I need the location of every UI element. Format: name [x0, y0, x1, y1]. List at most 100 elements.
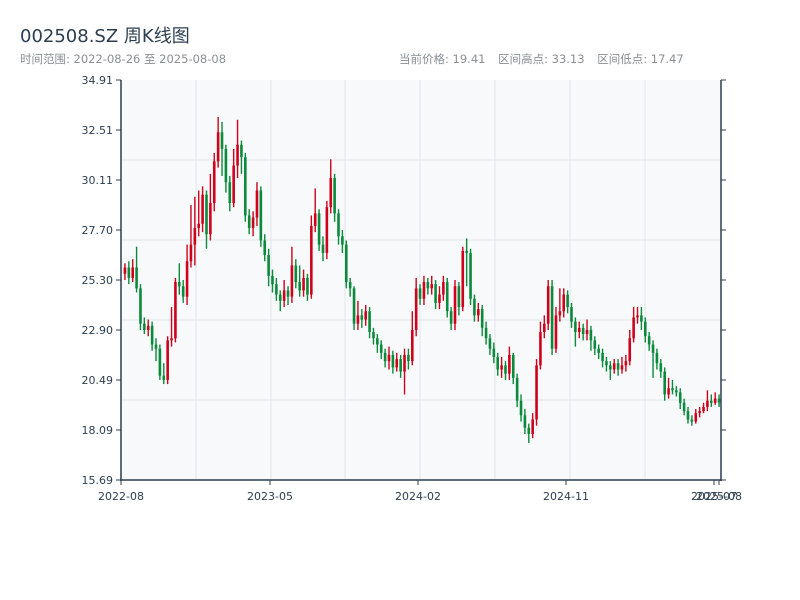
candle-body — [356, 315, 360, 324]
candle-body — [376, 338, 379, 345]
candle-body — [597, 348, 600, 353]
x-tick-label: 2024-11 — [543, 490, 589, 503]
candle-body — [341, 236, 344, 245]
y-tick-label: 34.91 — [82, 74, 114, 87]
candle-body — [426, 282, 430, 289]
candle-body — [554, 315, 558, 349]
candle — [174, 277, 177, 343]
candle-body — [178, 282, 181, 287]
candle-body — [185, 261, 189, 297]
candle-body — [531, 419, 534, 435]
candle-body — [267, 255, 270, 276]
candle — [325, 200, 329, 260]
candle-body — [694, 413, 698, 422]
candle-body — [500, 365, 503, 370]
candle-body — [453, 286, 457, 324]
candle-body — [154, 344, 158, 349]
candle-body — [321, 244, 325, 253]
candle-body — [442, 282, 445, 295]
x-tick-label: 2025-08 — [696, 490, 742, 503]
candle-body — [706, 400, 709, 407]
candle-body — [333, 178, 336, 214]
x-tick-label: 2023-05 — [247, 490, 293, 503]
candle-body — [620, 365, 624, 370]
candle-body — [410, 329, 414, 362]
candle-body — [302, 277, 305, 291]
candle-body — [643, 321, 647, 337]
candle-body — [205, 194, 208, 235]
candle-body — [717, 398, 721, 403]
candle-body — [686, 411, 690, 420]
candle-body — [209, 202, 212, 235]
candle-body — [158, 348, 162, 376]
candle-body — [387, 354, 391, 362]
candle-body — [348, 282, 352, 289]
y-tick-label: 20.49 — [82, 374, 114, 387]
candle-body — [282, 290, 286, 301]
candle — [546, 280, 550, 330]
candle-body — [271, 275, 274, 285]
candle-body — [143, 323, 146, 330]
candle-body — [236, 144, 239, 166]
candle-body — [232, 165, 235, 203]
candle-body — [562, 294, 566, 312]
candle-body — [166, 340, 169, 380]
candle-body — [181, 286, 185, 297]
candle-body — [220, 132, 224, 149]
candle-body — [294, 265, 298, 283]
candle — [259, 186, 263, 247]
candle-body — [212, 161, 216, 203]
candle-body — [543, 323, 546, 333]
candle-body — [313, 213, 317, 226]
candle-body — [228, 182, 232, 203]
candle-body — [663, 371, 666, 395]
candle-body — [317, 213, 321, 245]
candle — [461, 246, 465, 312]
candle — [469, 248, 472, 305]
candle-body — [461, 250, 465, 308]
candle — [212, 153, 216, 212]
candle-body — [337, 213, 340, 237]
candle — [166, 336, 169, 385]
candle-body — [511, 354, 515, 378]
candle-body — [162, 375, 166, 380]
x-tick-label: 2024-02 — [395, 490, 441, 503]
candle-body — [278, 294, 282, 301]
candle-body — [259, 190, 263, 241]
candle-body — [430, 284, 434, 289]
candle-body — [581, 327, 585, 335]
candle-body — [612, 363, 616, 370]
candle-body — [593, 340, 597, 349]
candle-body — [488, 338, 492, 349]
candle-body — [306, 277, 309, 295]
candle-body — [139, 288, 142, 324]
y-tick-label: 30.11 — [82, 174, 114, 187]
candle-body — [585, 329, 589, 335]
candle-body — [344, 244, 348, 283]
candle-body — [201, 194, 204, 224]
y-tick-label: 22.90 — [82, 324, 114, 337]
candle-body — [224, 148, 228, 183]
candle-body — [127, 267, 131, 278]
x-tick-label: 2022-08 — [98, 490, 144, 503]
candle-body — [193, 227, 197, 245]
candle-body — [480, 309, 484, 328]
candle-body — [216, 132, 220, 162]
candle — [317, 209, 321, 251]
candle-body — [570, 307, 573, 322]
y-tick-label: 15.69 — [82, 474, 114, 487]
candle-body — [508, 354, 511, 374]
candle-body — [360, 315, 364, 320]
candle-body — [678, 392, 682, 403]
candle-body — [364, 311, 367, 320]
candle-body — [368, 311, 371, 333]
candle-body — [636, 315, 639, 318]
y-tick-label: 25.30 — [82, 274, 114, 287]
candle-body — [589, 329, 593, 341]
y-tick-label: 32.51 — [82, 124, 114, 137]
candle-body — [123, 267, 127, 274]
candle-body — [659, 363, 663, 372]
candle-body — [702, 406, 705, 412]
candle-body — [624, 361, 628, 366]
candle-body — [372, 332, 375, 339]
